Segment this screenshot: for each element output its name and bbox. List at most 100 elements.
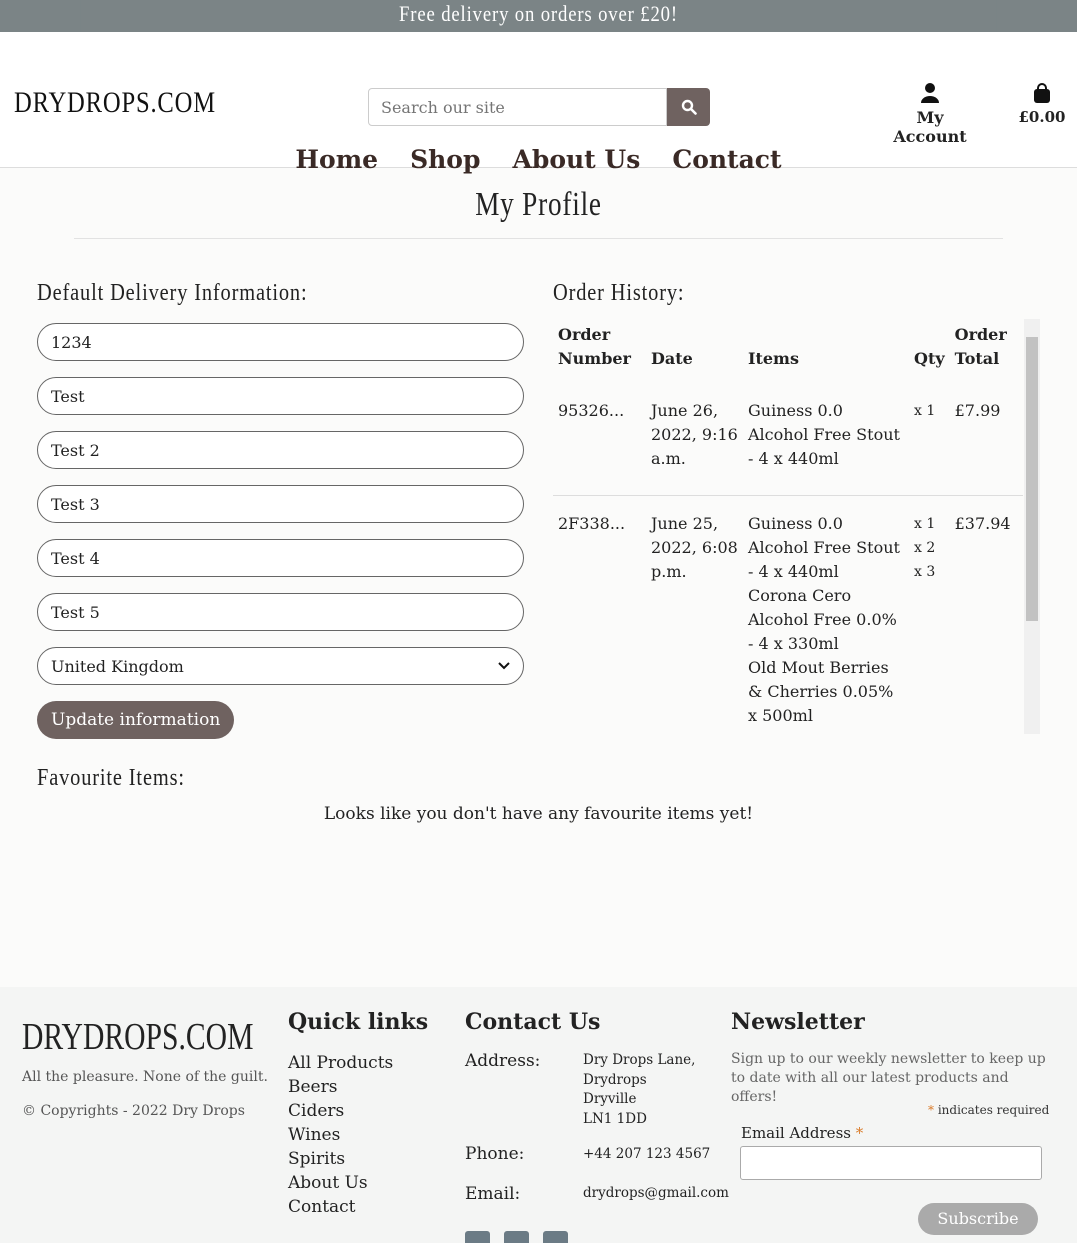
order-history-scrollbar[interactable] [1024, 319, 1040, 734]
title-divider [74, 238, 1003, 239]
chevron-down-icon [498, 662, 510, 670]
quick-link-ciders[interactable]: Ciders [288, 1099, 393, 1123]
banner-text: Free delivery on orders over £20! [80, 0, 997, 32]
social-links [465, 1231, 568, 1243]
email-value[interactable]: drydrops@gmail.com [583, 1184, 729, 1204]
col-date: Date [651, 349, 693, 368]
quick-links-heading: Quick links [288, 1009, 429, 1035]
address-line: Drydrops [583, 1071, 647, 1088]
address-line: Dry Drops Lane, [583, 1052, 696, 1068]
phone-label: Phone: [465, 1144, 525, 1164]
quick-link-about-us[interactable]: About Us [288, 1171, 393, 1195]
country-select[interactable]: United Kingdom [37, 647, 524, 685]
order-number-link[interactable]: 95326... [553, 383, 646, 496]
nav-about-us[interactable]: About Us [512, 145, 640, 174]
favourites-heading: Favourite Items: [37, 765, 185, 791]
email-address-label-text: Email Address [741, 1124, 851, 1142]
search-icon [681, 99, 697, 115]
town-field[interactable]: Test 3 [37, 485, 524, 523]
newsletter-description: Sign up to our weekly newsletter to keep… [731, 1051, 1046, 1105]
page-title: My Profile [475, 186, 602, 223]
facebook-icon[interactable] [465, 1231, 490, 1243]
country-value: United Kingdom [51, 656, 184, 676]
postcode-field[interactable]: Test 5 [37, 593, 524, 631]
col-order-total: Order Total [954, 325, 1007, 368]
quick-link-spirits[interactable]: Spirits [288, 1147, 393, 1171]
cart-link[interactable]: £0.00 [1018, 82, 1066, 126]
site-header: DRYDROPS.COM My Account £0.00 Home Shop … [0, 32, 1077, 174]
favourites-section: Favourite Items: Looks like you don't ha… [37, 765, 1040, 824]
order-total: £37.94 [954, 514, 1011, 533]
item-qty: x 2 [914, 540, 936, 556]
search-input[interactable] [368, 88, 667, 126]
quick-link-contact[interactable]: Contact [288, 1195, 393, 1219]
quick-link-all-products[interactable]: All Products [288, 1051, 393, 1075]
item-qty: x 1 [914, 516, 936, 532]
nav-home[interactable]: Home [295, 145, 378, 174]
subscribe-button[interactable]: Subscribe [918, 1203, 1038, 1235]
email-address-label: Email Address * [741, 1124, 863, 1142]
search-form [368, 88, 710, 126]
table-row: 95326... June 26, 2022, 9:16 a.m. Guines… [553, 383, 1023, 496]
shopping-bag-icon [1034, 83, 1050, 103]
order-history-section: Order History: Order Number Date Items Q… [553, 280, 1040, 734]
my-account-label: My Account [893, 108, 967, 146]
col-items: Items [748, 349, 799, 368]
table-row: 2F338... June 25, 2022, 6:08 p.m. Guines… [553, 496, 1023, 735]
address-line2-field[interactable]: Test 2 [37, 431, 524, 469]
order-qty: x 1 [909, 383, 950, 496]
order-history-table-wrap: Order Number Date Items Qty Order Total … [553, 319, 1040, 734]
delivery-section: Default Delivery Information: 1234 Test … [37, 280, 524, 739]
order-total: £7.99 [949, 383, 1023, 496]
required-note-text: indicates required [937, 1103, 1050, 1117]
order-item: Old Mout Berries & Cherries 0.05% x 500m… [748, 658, 894, 725]
required-asterisk: * [928, 1103, 934, 1117]
order-items: Guiness 0.0 Alcohol Free Stout - 4 x 440… [743, 496, 909, 735]
cart-total: £0.00 [1018, 108, 1066, 126]
county-field[interactable]: Test 4 [37, 539, 524, 577]
order-items: Guiness 0.0 Alcohol Free Stout - 4 x 440… [743, 383, 909, 496]
contact-heading: Contact Us [465, 1009, 601, 1035]
favourites-empty-message: Looks like you don't have any favourite … [323, 804, 754, 824]
order-qty: x 1 x 2 x 3 [909, 496, 950, 735]
phone-field[interactable]: 1234 [37, 323, 524, 361]
newsletter-heading: Newsletter [731, 1009, 865, 1035]
address-value: Dry Drops Lane, Drydrops Dryville LN1 1D… [583, 1051, 695, 1129]
search-button[interactable] [667, 88, 710, 126]
email-label: Email: [465, 1184, 521, 1204]
order-number-link[interactable]: 2F338... [553, 496, 646, 735]
delivery-banner: Free delivery on orders over £20! [0, 0, 1077, 32]
site-logo[interactable]: DRYDROPS.COM [14, 86, 216, 120]
instagram-icon[interactable] [504, 1231, 529, 1243]
quick-link-wines[interactable]: Wines [288, 1123, 393, 1147]
required-note: * indicates required [928, 1103, 1049, 1117]
main-nav: Home Shop About Us Contact [0, 145, 1077, 175]
nav-shop[interactable]: Shop [410, 145, 480, 174]
footer-logo[interactable]: DRYDROPS.COM [22, 1015, 253, 1059]
phone-value[interactable]: +44 207 123 4567 [583, 1145, 710, 1165]
site-footer: DRYDROPS.COM All the pleasure. None of t… [0, 987, 1077, 1243]
quick-link-beers[interactable]: Beers [288, 1075, 393, 1099]
my-account-link[interactable]: My Account [880, 82, 980, 146]
delivery-heading: Default Delivery Information: [37, 280, 308, 306]
address-line: Dryville [583, 1091, 637, 1107]
order-item: Corona Cero Alcohol Free 0.0% - 4 x 330m… [748, 586, 897, 653]
nav-contact[interactable]: Contact [672, 145, 781, 174]
scrollbar-thumb[interactable] [1026, 337, 1038, 621]
address-line: LN1 1DD [583, 1110, 647, 1127]
footer-tagline: All the pleasure. None of the guilt. [22, 1069, 268, 1085]
order-history-table: Order Number Date Items Qty Order Total … [553, 319, 1023, 734]
footer-copyright: © Copyrights - 2022 Dry Drops [22, 1103, 245, 1119]
order-item: Guiness 0.0 Alcohol Free Stout - 4 x 440… [748, 514, 900, 581]
twitter-icon[interactable] [543, 1231, 568, 1243]
order-date: June 25, 2022, 6:08 p.m. [651, 514, 738, 581]
required-asterisk: * [855, 1124, 864, 1142]
address-label: Address: [465, 1051, 541, 1071]
update-information-button[interactable]: Update information [37, 701, 235, 739]
col-order-number: Order Number [558, 325, 631, 368]
quick-links-list: All Products Beers Ciders Wines Spirits … [288, 1051, 393, 1219]
address-line1-field[interactable]: Test [37, 377, 524, 415]
order-item: Guiness 0.0 Alcohol Free Stout - 4 x 440… [748, 401, 900, 468]
order-date: June 26, 2022, 9:16 a.m. [646, 383, 743, 496]
newsletter-email-input[interactable] [740, 1146, 1042, 1180]
